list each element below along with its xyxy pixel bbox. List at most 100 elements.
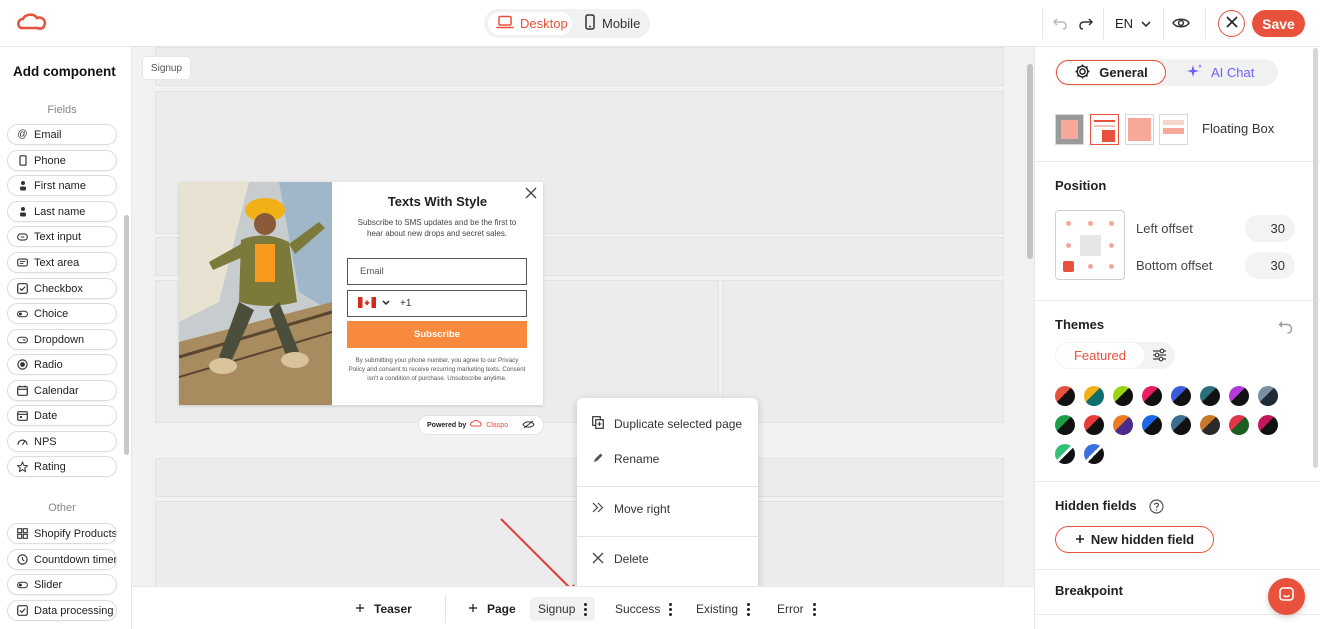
theme-swatch[interactable]	[1200, 415, 1220, 435]
add-teaser-button[interactable]: Teaser	[355, 597, 412, 621]
theme-swatch[interactable]	[1055, 444, 1075, 464]
component-data-processing[interactable]: Data processing	[7, 600, 117, 621]
popup-subscribe-button[interactable]: Subscribe	[347, 321, 527, 348]
popup-phone-field[interactable]: +1	[347, 290, 527, 317]
theme-swatch[interactable]	[1258, 415, 1278, 435]
featured-filter[interactable]: Featured	[1056, 343, 1144, 368]
component-text-input[interactable]: Text input	[7, 226, 117, 247]
desktop-button[interactable]: Desktop	[488, 12, 572, 35]
position-dot[interactable]	[1088, 264, 1093, 269]
position-dot[interactable]	[1109, 221, 1114, 226]
component-email[interactable]: @ Email	[7, 124, 117, 145]
sidebar-scrollbar[interactable]	[124, 215, 129, 455]
layout-option-fullscreen[interactable]	[1055, 114, 1084, 145]
popup-preview[interactable]: Texts With Style Subscribe to SMS update…	[179, 182, 543, 405]
new-hidden-field-button[interactable]: New hidden field	[1055, 526, 1214, 553]
popup-email-field[interactable]: Email	[347, 258, 527, 285]
tab-signup[interactable]: Signup	[530, 597, 596, 621]
desktop-label: Desktop	[520, 16, 568, 31]
kebab-menu-icon[interactable]	[747, 602, 751, 616]
layout-option-popup[interactable]	[1125, 114, 1154, 145]
theme-swatch[interactable]	[1055, 415, 1075, 435]
left-offset-input[interactable]: 30	[1245, 215, 1295, 242]
component-nps[interactable]: NPS	[7, 431, 117, 452]
layout-option-floating-box[interactable]	[1090, 114, 1119, 145]
theme-swatch[interactable]	[1055, 386, 1075, 406]
layout-option-bar[interactable]	[1159, 114, 1188, 145]
component-phone[interactable]: Phone	[7, 150, 117, 171]
person-icon	[17, 206, 28, 217]
add-page-button[interactable]: Page	[468, 597, 516, 621]
theme-swatch[interactable]	[1229, 415, 1249, 435]
component-calendar[interactable]: Calendar	[7, 380, 117, 401]
theme-swatch[interactable]	[1142, 386, 1162, 406]
position-dot[interactable]	[1088, 221, 1093, 226]
menu-rename[interactable]: Rename	[577, 447, 758, 471]
language-selector[interactable]: EN	[1110, 12, 1156, 34]
hide-eye-icon[interactable]	[522, 420, 535, 431]
themes-filter: Featured	[1055, 342, 1175, 369]
component-radio[interactable]: Radio	[7, 354, 117, 375]
redo-icon[interactable]	[1076, 12, 1096, 34]
kebab-menu-icon[interactable]	[812, 602, 816, 616]
theme-swatch[interactable]	[1113, 415, 1133, 435]
kebab-menu-icon[interactable]	[584, 602, 588, 616]
tab-existing[interactable]: Existing	[696, 597, 751, 621]
component-rating[interactable]: Rating	[7, 456, 117, 477]
component-dropdown[interactable]: Dropdown	[7, 329, 117, 350]
component-countdown-timer[interactable]: Countdown timer	[7, 549, 117, 570]
mobile-button[interactable]: Mobile	[576, 12, 646, 35]
menu-duplicate-page[interactable]: Duplicate selected page	[577, 412, 758, 436]
tab-error[interactable]: Error	[777, 597, 816, 621]
theme-swatch[interactable]	[1084, 386, 1104, 406]
component-first-name[interactable]: First name	[7, 175, 117, 196]
position-dot[interactable]	[1109, 264, 1114, 269]
save-button[interactable]: Save	[1252, 10, 1305, 37]
slider-icon	[17, 579, 28, 590]
kebab-menu-icon[interactable]	[669, 602, 673, 616]
position-selected-bottom-left[interactable]	[1063, 261, 1074, 272]
theme-swatch[interactable]	[1084, 444, 1104, 464]
close-editor-button[interactable]	[1218, 10, 1245, 37]
tab-success[interactable]: Success	[615, 597, 673, 621]
component-slider[interactable]: Slider	[7, 574, 117, 595]
menu-delete[interactable]: Delete	[577, 547, 758, 571]
theme-swatch[interactable]	[1142, 415, 1162, 435]
theme-swatch[interactable]	[1113, 386, 1133, 406]
theme-swatch[interactable]	[1171, 386, 1191, 406]
theme-swatch[interactable]	[1258, 386, 1278, 406]
component-text-area[interactable]: Text area	[7, 252, 117, 273]
reset-icon[interactable]	[1278, 320, 1293, 339]
theme-swatch[interactable]	[1171, 415, 1191, 435]
component-last-name[interactable]: Last name	[7, 201, 117, 222]
position-picker[interactable]	[1055, 210, 1125, 280]
component-label: Countdown timer	[34, 553, 117, 566]
section-divider	[1035, 481, 1320, 482]
claspo-logo-icon[interactable]	[16, 11, 48, 35]
component-label: Checkbox	[34, 282, 83, 295]
component-checkbox[interactable]: Checkbox	[7, 278, 117, 299]
menu-move-right[interactable]: Move right	[577, 497, 758, 521]
tab-label: Signup	[538, 602, 576, 616]
tab-general[interactable]: General	[1056, 60, 1166, 85]
panel-scrollbar[interactable]	[1313, 48, 1318, 468]
filter-sliders-icon[interactable]	[1152, 348, 1167, 367]
help-icon[interactable]	[1149, 499, 1164, 519]
theme-swatch[interactable]	[1084, 415, 1104, 435]
position-dot[interactable]	[1066, 221, 1071, 226]
canvas-scrollbar[interactable]	[1027, 64, 1033, 259]
component-choice[interactable]: Choice	[7, 303, 117, 324]
bottom-offset-input[interactable]: 30	[1245, 252, 1295, 279]
undo-icon[interactable]	[1050, 12, 1070, 34]
component-shopify-products[interactable]: Shopify Products	[7, 523, 117, 544]
component-date[interactable]: Date	[7, 405, 117, 426]
theme-swatch[interactable]	[1229, 386, 1249, 406]
preview-eye-icon[interactable]	[1171, 12, 1191, 34]
support-chat-button[interactable]	[1268, 578, 1305, 615]
tab-ai-chat[interactable]: AI Chat	[1187, 60, 1254, 85]
position-dot[interactable]	[1066, 243, 1071, 248]
plus-icon	[468, 602, 478, 616]
position-dot[interactable]	[1109, 243, 1114, 248]
layout-block	[722, 280, 1004, 423]
theme-swatch[interactable]	[1200, 386, 1220, 406]
